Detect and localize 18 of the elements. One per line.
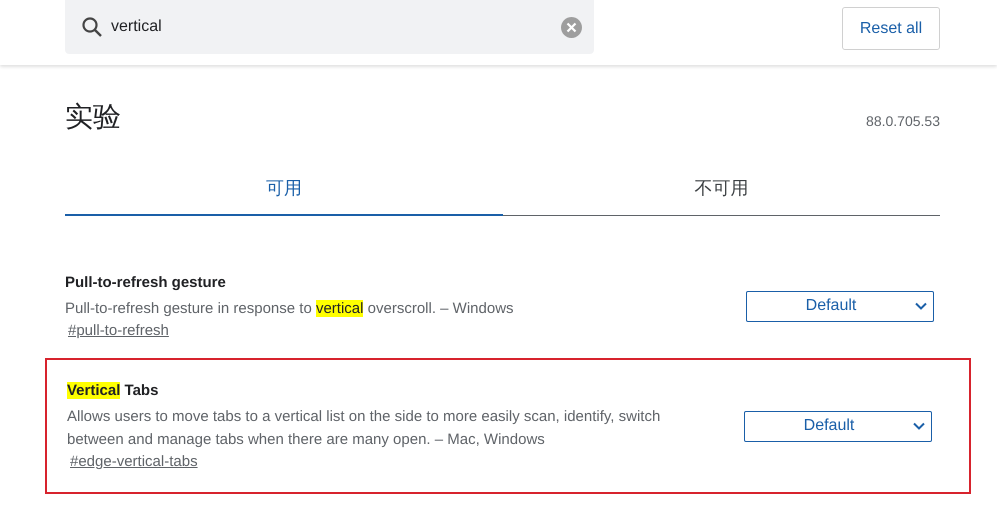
tab[interactable]: 可用 [65,174,502,216]
experiment-description: Pull-to-refresh gesture in response to vertical overscroll. – Windows [65,298,515,318]
caret-icon [913,422,925,430]
experiment-link[interactable]: #edge-vertical-tabs [70,453,198,470]
search-field[interactable]: vertical [65,0,594,54]
tab[interactable]: 不可用 [502,174,940,216]
experiment-title: Vertical Tabs [67,381,160,401]
select-dropdown[interactable]: Default [744,410,932,442]
version-text: 88.0.705.53 [866,113,940,129]
search-icon [81,16,103,38]
page-title: 实验 [65,99,121,135]
experiment-link[interactable]: #pull-to-refresh [68,322,169,338]
caret-icon [915,302,927,310]
experiment-description: Allows users to move tabs to a vertical list on the side to more easily scan, identify, switch between and manage tabs when there are many open. – Mac, Windows [67,407,662,450]
select-dropdown[interactable]: Default [746,290,934,322]
experiment-title: Pull-to-refresh gesture [65,272,227,292]
clear-icon[interactable] [561,16,582,38]
reset-all-button[interactable]: Reset all [842,7,940,50]
